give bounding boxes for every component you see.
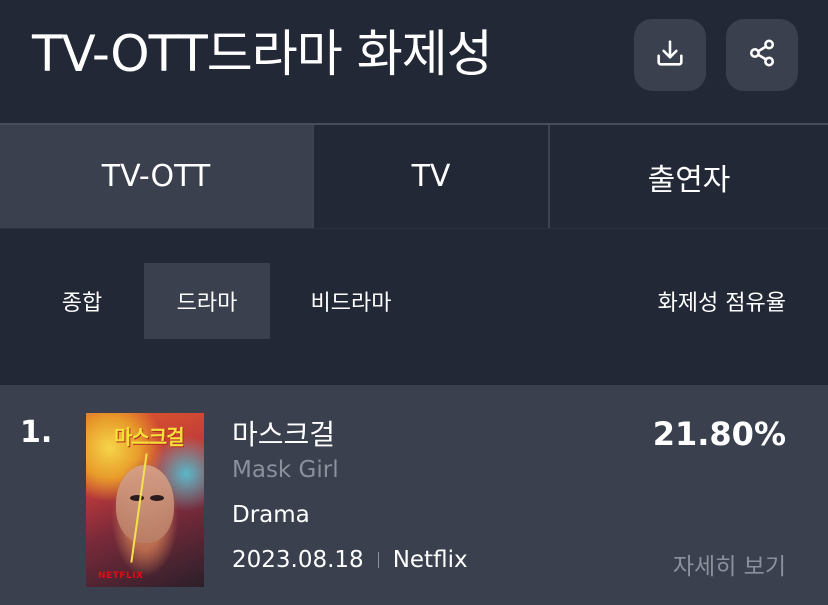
genre-label: Drama xyxy=(232,502,310,528)
poster-brand: NETFLIX xyxy=(98,571,144,581)
poster-face xyxy=(116,465,174,543)
title-korean[interactable]: 마스크걸 xyxy=(232,413,335,453)
category-filter: 종합 드라마 비드라마 화제성 점유율 xyxy=(0,229,828,385)
chip-non-drama[interactable]: 비드라마 xyxy=(290,263,412,339)
share-button[interactable] xyxy=(726,19,798,91)
separator xyxy=(377,552,379,568)
main-tabs: TV-OTT TV 출연자 xyxy=(0,123,828,229)
title-english: Mask Girl xyxy=(232,457,339,483)
tab-tv[interactable]: TV xyxy=(312,125,548,228)
rank-number: 1. xyxy=(20,415,53,450)
release-date: 2023.08.18 xyxy=(232,547,364,573)
tab-cast[interactable]: 출연자 xyxy=(548,125,828,228)
ranking-item[interactable]: 1. 마스크걸 NETFLIX 마스크걸 Mask Girl Drama 202… xyxy=(0,385,828,605)
poster-eye xyxy=(150,495,164,501)
release-info: 2023.08.18 Netflix xyxy=(232,547,468,573)
share-column-label: 화제성 점유율 xyxy=(657,291,786,316)
download-button[interactable] xyxy=(634,19,706,91)
header: TV-OTT드라마 화제성 xyxy=(0,0,828,123)
poster-title: 마스크걸 xyxy=(114,425,185,449)
poster-image[interactable]: 마스크걸 NETFLIX xyxy=(86,413,204,587)
detail-link[interactable]: 자세히 보기 xyxy=(673,547,786,581)
page-title: TV-OTT드라마 화제성 xyxy=(32,25,493,83)
tab-tv-ott[interactable]: TV-OTT xyxy=(0,125,312,228)
poster-eye xyxy=(130,495,144,501)
chip-overall[interactable]: 종합 xyxy=(28,263,136,339)
share-value: 21.80% xyxy=(652,415,786,453)
chip-drama[interactable]: 드라마 xyxy=(144,263,270,339)
download-icon xyxy=(653,36,687,74)
share-icon xyxy=(745,36,779,74)
platform-label: Netflix xyxy=(392,547,468,573)
